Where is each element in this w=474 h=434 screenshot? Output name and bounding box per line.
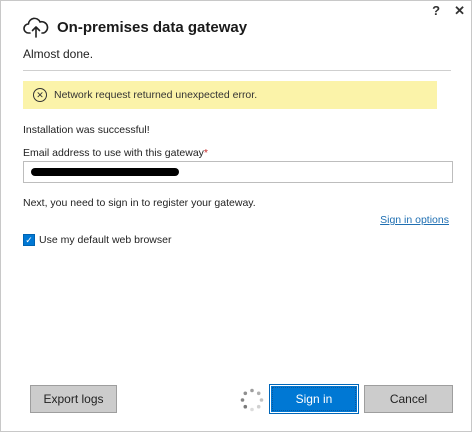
default-browser-option[interactable]: ✓ Use my default web browser xyxy=(23,234,171,246)
error-circle-x-icon: ✕ xyxy=(33,88,47,102)
page-subtitle: Almost done. xyxy=(23,47,94,61)
dialog-header: On-premises data gateway xyxy=(23,15,247,39)
email-field-label: Email address to use with this gateway* xyxy=(23,147,208,159)
error-message: Network request returned unexpected erro… xyxy=(54,89,258,101)
title-bar-controls: ? ✕ xyxy=(432,3,465,19)
export-logs-button[interactable]: Export logs xyxy=(30,385,117,413)
sign-in-options-link[interactable]: Sign in options xyxy=(380,214,449,226)
email-label-text: Email address to use with this gateway xyxy=(23,147,204,159)
gateway-dialog: ? ✕ On-premises data gateway Almost done… xyxy=(0,0,472,432)
default-browser-label: Use my default web browser xyxy=(39,234,172,246)
sign-in-button[interactable]: Sign in xyxy=(270,385,358,413)
redacted-email-value xyxy=(31,168,179,176)
cancel-button[interactable]: Cancel xyxy=(364,385,453,413)
header-divider xyxy=(23,70,451,71)
page-title: On-premises data gateway xyxy=(57,18,248,36)
required-marker: * xyxy=(203,147,209,159)
error-banner: ✕ Network request returned unexpected er… xyxy=(23,81,437,109)
help-button[interactable]: ? xyxy=(432,3,440,19)
loading-spinner-icon xyxy=(240,388,264,412)
default-browser-checkbox[interactable]: ✓ xyxy=(23,234,35,246)
install-status-text: Installation was successful! xyxy=(23,124,150,136)
close-button[interactable]: ✕ xyxy=(454,3,465,19)
sign-in-instruction: Next, you need to sign in to register yo… xyxy=(23,197,256,209)
cloud-upload-icon xyxy=(23,17,49,38)
